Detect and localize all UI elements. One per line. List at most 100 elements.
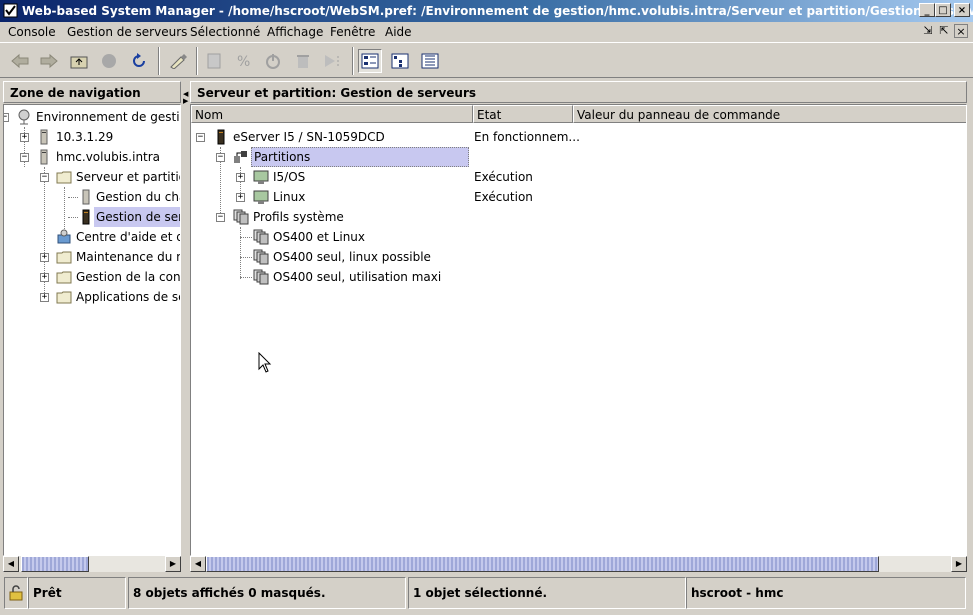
up-folder-icon[interactable] bbox=[67, 49, 91, 73]
status-objects: 8 objets affichés 0 masqués. bbox=[128, 577, 406, 609]
mdi-close-icon[interactable]: × bbox=[954, 24, 968, 38]
help-center-icon bbox=[57, 229, 71, 244]
tree-item-label: hmc.volubis.intra bbox=[56, 150, 161, 164]
menu-gestion-serveurs[interactable]: Gestion de serveurs bbox=[67, 25, 187, 39]
nav-horizontal-scrollbar[interactable]: ◀ ▶ bbox=[3, 556, 181, 572]
delete-icon[interactable] bbox=[291, 49, 315, 73]
scroll-thumb[interactable] bbox=[206, 556, 879, 572]
minimize-button[interactable]: _ bbox=[919, 3, 935, 17]
scroll-right-arrow-icon[interactable]: ▶ bbox=[165, 556, 181, 572]
splitter-collapse-icon[interactable]: ◀ ▶ bbox=[183, 91, 188, 105]
power-icon[interactable] bbox=[261, 49, 285, 73]
tree-item-label: Gestion de la console bbox=[76, 270, 181, 284]
folder-icon bbox=[56, 271, 72, 284]
collapse-toggle[interactable]: − bbox=[40, 173, 49, 182]
scroll-thumb[interactable] bbox=[21, 556, 89, 572]
table-row[interactable]: − eServer I5 / SN-1059DCD En fonctionnem… bbox=[191, 127, 966, 147]
refresh-icon[interactable] bbox=[127, 49, 151, 73]
expand-toggle[interactable]: + bbox=[20, 133, 29, 142]
menu-fenetre[interactable]: Fenêtre bbox=[330, 25, 375, 39]
tree-item-maintenance[interactable]: + Maintenance du microcode bbox=[4, 247, 180, 267]
large-icons-view-icon[interactable] bbox=[358, 49, 382, 73]
profile-icon bbox=[253, 269, 269, 285]
tree-item-environnement[interactable]: − Environnement de gestion bbox=[4, 107, 181, 127]
pane-splitter[interactable]: ◀ ▶ bbox=[182, 81, 189, 572]
row-name: OS400 seul, linux possible bbox=[273, 250, 431, 264]
window-title: Web-based System Manager - /home/hscroot… bbox=[22, 4, 973, 18]
forward-icon[interactable] bbox=[37, 49, 61, 73]
table-row[interactable]: + I5/OS Exécution bbox=[191, 167, 966, 187]
row-name: eServer I5 / SN-1059DCD bbox=[233, 130, 385, 144]
tree-item-centre-aide[interactable]: Centre d'aide et d'informations bbox=[4, 227, 180, 247]
column-header-valeur[interactable]: Valeur du panneau de commande bbox=[573, 105, 966, 123]
menu-aide[interactable]: Aide bbox=[385, 25, 412, 39]
tree-item-label: Environnement de gestion bbox=[36, 110, 181, 124]
percent-icon[interactable]: % bbox=[231, 49, 255, 73]
table-row[interactable]: OS400 seul, utilisation maxi bbox=[191, 267, 966, 287]
nav-pane-header: Zone de navigation bbox=[3, 81, 181, 103]
collapse-toggle[interactable]: − bbox=[20, 153, 29, 162]
title-bar[interactable]: Web-based System Manager - /home/hscroot… bbox=[0, 0, 973, 22]
lock-status[interactable] bbox=[4, 577, 28, 609]
tree-item-gestion-chassis[interactable]: Gestion du châssis bbox=[4, 187, 180, 207]
column-header-nom[interactable]: Nom bbox=[191, 105, 473, 123]
table-row[interactable]: − Profils système bbox=[191, 207, 966, 227]
tree-item-hmc[interactable]: − hmc.volubis.intra bbox=[4, 147, 180, 167]
row-state: Exécution bbox=[474, 190, 533, 204]
expand-toggle[interactable]: + bbox=[236, 193, 245, 202]
table-row[interactable]: OS400 seul, linux possible bbox=[191, 247, 966, 267]
maximize-button[interactable]: □ bbox=[935, 3, 951, 17]
close-button[interactable]: × bbox=[954, 3, 970, 17]
partition-monitor-icon bbox=[253, 170, 269, 184]
scroll-left-arrow-icon[interactable]: ◀ bbox=[190, 556, 206, 572]
back-icon[interactable] bbox=[8, 49, 32, 73]
row-name: Profils système bbox=[253, 210, 344, 224]
server-dark-icon bbox=[217, 129, 225, 145]
expand-toggle[interactable]: + bbox=[40, 293, 49, 302]
details-view-icon[interactable] bbox=[388, 49, 412, 73]
row-name: OS400 et Linux bbox=[273, 230, 366, 244]
tree-item-label: Maintenance du microcode bbox=[76, 250, 180, 264]
tree-item-label: 10.3.1.29 bbox=[56, 130, 114, 144]
status-user: hscroot - hmc bbox=[686, 577, 966, 609]
row-name: Linux bbox=[273, 190, 306, 204]
stop-icon[interactable] bbox=[97, 49, 121, 73]
expand-toggle[interactable]: + bbox=[40, 253, 49, 262]
collapse-toggle[interactable]: − bbox=[4, 113, 9, 122]
tree-item-serveur-partition[interactable]: − Serveur et partition bbox=[4, 167, 180, 187]
table-row[interactable]: − Partitions bbox=[191, 147, 966, 167]
collapse-toggle[interactable]: − bbox=[216, 153, 225, 162]
column-header-etat[interactable]: Etat bbox=[473, 105, 573, 123]
find-icon[interactable] bbox=[166, 49, 190, 73]
properties-icon[interactable] bbox=[202, 49, 226, 73]
tree-item-gestion-console[interactable]: + Gestion de la console bbox=[4, 267, 181, 287]
table-row[interactable]: + Linux Exécution bbox=[191, 187, 966, 207]
main-horizontal-scrollbar[interactable]: ◀ ▶ bbox=[190, 556, 967, 572]
row-name: I5/OS bbox=[273, 170, 306, 184]
tree-item-10-3-1-29[interactable]: + 10.3.1.29 bbox=[4, 127, 180, 147]
mdi-minimize-icon[interactable]: ⇱ bbox=[937, 24, 951, 38]
toolbar-separator bbox=[158, 47, 160, 75]
tree-item-gestion-serveurs[interactable]: Gestion de serveurs bbox=[4, 207, 180, 227]
tree-view-icon[interactable] bbox=[418, 49, 442, 73]
partition-monitor-icon bbox=[253, 190, 269, 204]
server-dark-icon bbox=[82, 209, 90, 225]
status-ready: Prêt bbox=[28, 577, 126, 609]
app-icon bbox=[3, 3, 18, 18]
tree-item-label: Centre d'aide et d'informations bbox=[76, 230, 180, 244]
run-icon[interactable] bbox=[321, 49, 345, 73]
expand-toggle[interactable]: + bbox=[236, 173, 245, 182]
collapse-toggle[interactable]: − bbox=[216, 213, 225, 222]
toolbar: % bbox=[0, 42, 973, 78]
scroll-left-arrow-icon[interactable]: ◀ bbox=[3, 556, 19, 572]
table-row[interactable]: OS400 et Linux bbox=[191, 227, 966, 247]
tree-item-applications-service[interactable]: + Applications de service bbox=[4, 287, 180, 307]
mdi-restore-icon[interactable]: ⇲ bbox=[921, 24, 935, 38]
main-table: Nom Etat Valeur du panneau de commande −… bbox=[190, 104, 967, 556]
collapse-toggle[interactable]: − bbox=[196, 133, 205, 142]
menu-console[interactable]: Console bbox=[8, 25, 56, 39]
expand-toggle[interactable]: + bbox=[40, 273, 49, 282]
menu-selectionne[interactable]: Sélectionné bbox=[190, 25, 260, 39]
menu-affichage[interactable]: Affichage bbox=[267, 25, 323, 39]
scroll-right-arrow-icon[interactable]: ▶ bbox=[951, 556, 967, 572]
